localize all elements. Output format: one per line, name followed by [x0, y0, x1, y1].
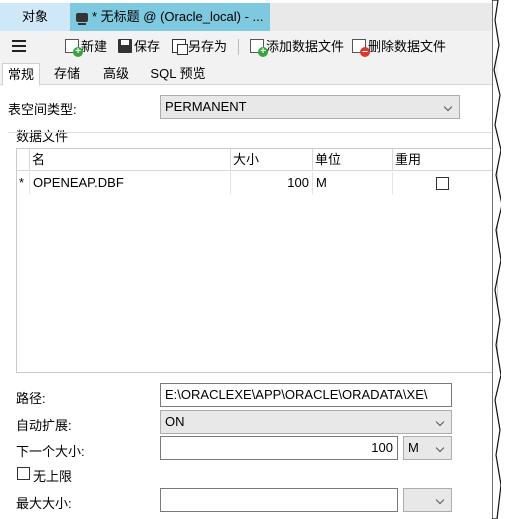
chevron-down-icon [443, 102, 453, 112]
add-datafile-label: 添加数据文件 [266, 39, 345, 54]
database-icon [76, 13, 88, 26]
tab-advanced[interactable]: 高级 [96, 63, 136, 85]
chevron-down-icon [435, 443, 445, 453]
column-header-unit[interactable]: 单位 [313, 149, 393, 171]
next-size-unit-value: M [408, 440, 419, 455]
column-header-reuse[interactable]: 重用 [393, 149, 495, 171]
next-size-unit-select[interactable]: M [403, 436, 452, 460]
column-header-size[interactable]: 大小 [231, 149, 313, 171]
max-size-field[interactable] [160, 488, 398, 512]
add-datafile-button[interactable]: 添加数据文件 [250, 38, 345, 57]
delete-file-icon [352, 39, 370, 57]
grid-header: 名 大小 单位 重用 [17, 149, 497, 171]
tab-storage[interactable]: 存储 [48, 63, 86, 85]
next-size-label: 下一个大小: [16, 444, 85, 459]
tab-objects[interactable]: 对象 [0, 3, 70, 31]
cell-reuse[interactable] [393, 172, 495, 194]
toolbar-separator [238, 39, 239, 55]
new-label: 新建 [81, 39, 108, 54]
tab-untitled-label: * 无标题 @ (Oracle_local) - ... [92, 9, 264, 24]
autoextend-select[interactable]: ON [160, 410, 452, 434]
toolbar: 新建 保存 另存为 添加数据文件 删除数据文件 [0, 31, 498, 63]
tab-bar-empty-area [270, 3, 492, 31]
new-button[interactable]: 新建 [65, 38, 108, 57]
datafile-grid[interactable]: 名 大小 单位 重用 * OPENEAP.DBF 100 M [16, 148, 498, 373]
tab-general[interactable]: 常规 [2, 63, 40, 86]
save-icon [118, 39, 132, 53]
delete-datafile-label: 删除数据文件 [368, 39, 447, 54]
tab-sql-preview[interactable]: SQL 预览 [146, 63, 210, 85]
reuse-checkbox[interactable] [436, 177, 449, 190]
cell-unit[interactable]: M [313, 172, 393, 194]
tablespace-type-value: PERMANENT [165, 99, 247, 114]
new-file-icon [65, 39, 83, 57]
column-header-name[interactable]: 名 [30, 149, 231, 171]
tab-bar: 对象 * 无标题 @ (Oracle_local) - ... [0, 0, 515, 31]
delete-datafile-button[interactable]: 删除数据文件 [352, 38, 447, 57]
datafiles-group-label: 数据文件 [16, 129, 69, 144]
autoextend-label: 自动扩展: [16, 418, 72, 433]
menu-icon[interactable] [12, 40, 26, 52]
save-label: 保存 [134, 39, 161, 54]
tab-untitled-tablespace[interactable]: * 无标题 @ (Oracle_local) - ... [70, 3, 270, 31]
path-field[interactable]: E:\ORACLEXE\APP\ORACLE\ORADATA\XE\ [160, 383, 452, 407]
editor-tabs: 常规 存储 高级 SQL 预览 [0, 63, 498, 86]
chevron-down-icon [435, 417, 445, 427]
cell-name[interactable]: OPENEAP.DBF [30, 172, 231, 194]
unlimited-label: 无上限 [33, 469, 73, 484]
save-as-icon [172, 39, 188, 55]
torn-edge-decoration [492, 0, 515, 519]
table-row[interactable]: * OPENEAP.DBF 100 M [17, 172, 497, 194]
save-as-button[interactable]: 另存为 [172, 38, 227, 56]
tablespace-type-label: 表空间类型: [8, 102, 77, 117]
cell-size[interactable]: 100 [231, 172, 313, 194]
autoextend-value: ON [165, 414, 185, 429]
path-label: 路径: [16, 391, 46, 406]
max-size-label: 最大大小: [16, 496, 72, 511]
save-button[interactable]: 保存 [118, 38, 160, 56]
unlimited-checkbox[interactable] [17, 467, 30, 480]
tablespace-type-select[interactable]: PERMANENT [160, 95, 460, 119]
add-file-icon [250, 39, 268, 57]
row-marker: * [17, 172, 30, 194]
group-divider [8, 132, 498, 133]
row-marker-header [17, 149, 30, 171]
max-size-unit-select[interactable] [403, 488, 452, 512]
save-as-label: 另存为 [188, 39, 228, 54]
next-size-field[interactable]: 100 [160, 436, 398, 460]
chevron-down-icon [435, 495, 445, 505]
